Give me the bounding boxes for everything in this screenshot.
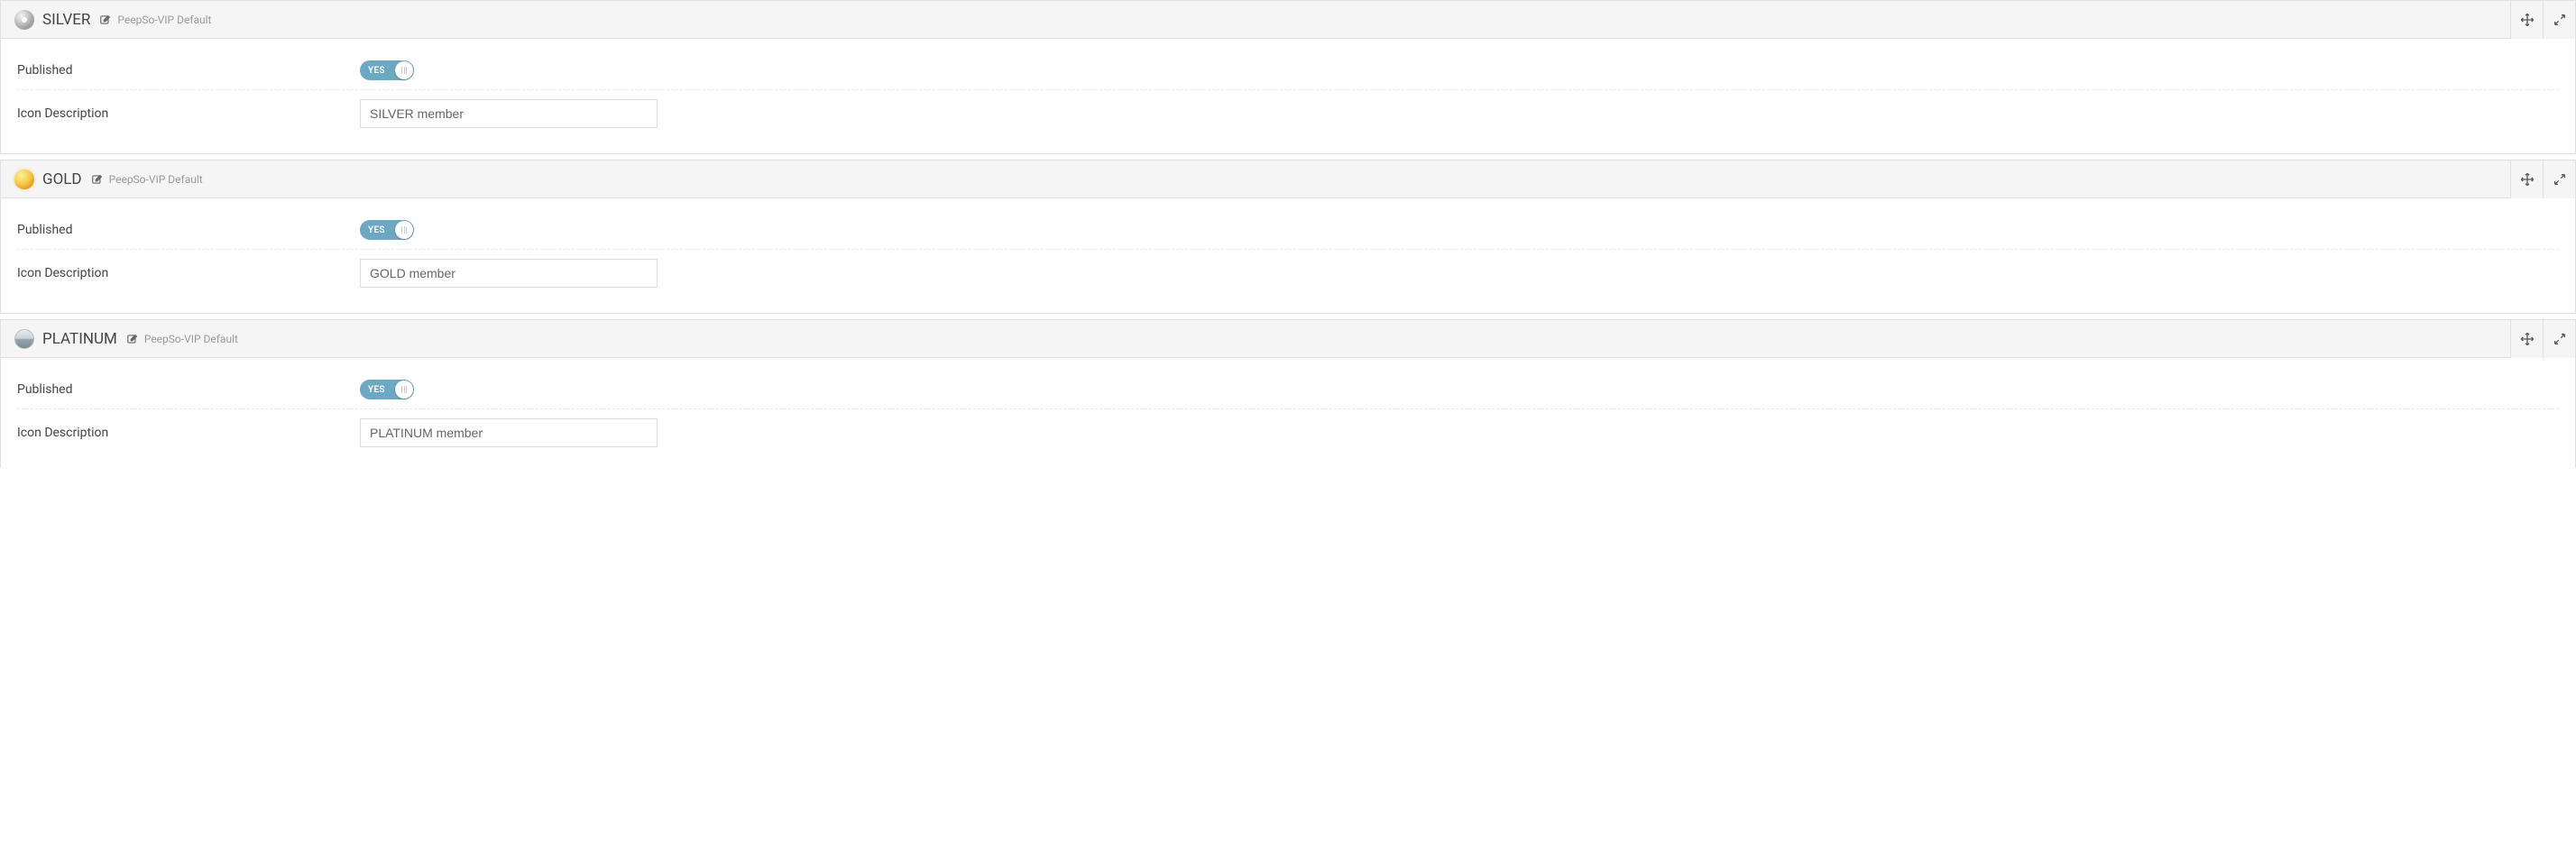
published-label: Published [17,223,360,237]
collapse-icon[interactable] [2543,161,2575,198]
vip-panel-platinum: PLATINUM PeepSo-VIP Default Published YES Ic… [0,319,2576,468]
icon-description-input[interactable] [360,99,658,128]
published-label: Published [17,382,360,397]
edit-icon[interactable] [99,14,112,26]
icon-description-label: Icon Description [17,426,360,440]
icon-description-input[interactable] [360,259,658,288]
vip-panel-gold: GOLD PeepSo-VIP Default Published YES Icon D… [0,160,2576,314]
silver-badge-icon [14,9,35,31]
panel-actions [2510,1,2575,39]
move-handle-icon[interactable] [2510,320,2543,358]
toggle-on-text: YES [368,385,385,395]
toggle-knob [395,381,413,399]
panel-actions [2510,161,2575,198]
published-toggle[interactable]: YES [360,220,414,240]
panel-actions [2510,320,2575,358]
panel-title: PLATINUM [42,330,117,348]
panel-body: Published YES Icon Description [1,198,2575,313]
published-toggle[interactable]: YES [360,60,414,80]
icon-description-input[interactable] [360,418,658,447]
panel-title: SILVER [42,11,90,29]
toggle-on-text: YES [368,66,385,76]
panel-header: GOLD PeepSo-VIP Default [1,161,2575,198]
collapse-icon[interactable] [2543,1,2575,39]
vip-panel-silver: SILVER PeepSo-VIP Default Published YES Icon… [0,0,2576,154]
field-row-icon-description: Icon Description [17,250,2559,297]
panel-title: GOLD [42,170,82,188]
icon-description-label: Icon Description [17,106,360,121]
icon-description-label: Icon Description [17,266,360,280]
collapse-icon[interactable] [2543,320,2575,358]
published-toggle[interactable]: YES [360,380,414,399]
field-row-published: Published YES [17,211,2559,250]
panel-subtitle: PeepSo-VIP Default [109,173,203,186]
toggle-knob [395,61,413,79]
panel-subtitle: PeepSo-VIP Default [144,333,238,345]
published-label: Published [17,63,360,78]
panel-header: PLATINUM PeepSo-VIP Default [1,320,2575,358]
edit-icon[interactable] [91,173,104,186]
field-row-icon-description: Icon Description [17,409,2559,456]
field-row-published: Published YES [17,51,2559,90]
panel-body: Published YES Icon Description [1,358,2575,468]
move-handle-icon[interactable] [2510,161,2543,198]
edit-icon[interactable] [126,333,139,345]
toggle-knob [395,221,413,239]
platinum-badge-icon [14,328,35,350]
panel-subtitle: PeepSo-VIP Default [117,14,211,26]
panel-body: Published YES Icon Description [1,39,2575,153]
panel-header: SILVER PeepSo-VIP Default [1,1,2575,39]
move-handle-icon[interactable] [2510,1,2543,39]
field-row-icon-description: Icon Description [17,90,2559,137]
toggle-on-text: YES [368,225,385,235]
gold-badge-icon [14,169,35,190]
field-row-published: Published YES [17,371,2559,409]
